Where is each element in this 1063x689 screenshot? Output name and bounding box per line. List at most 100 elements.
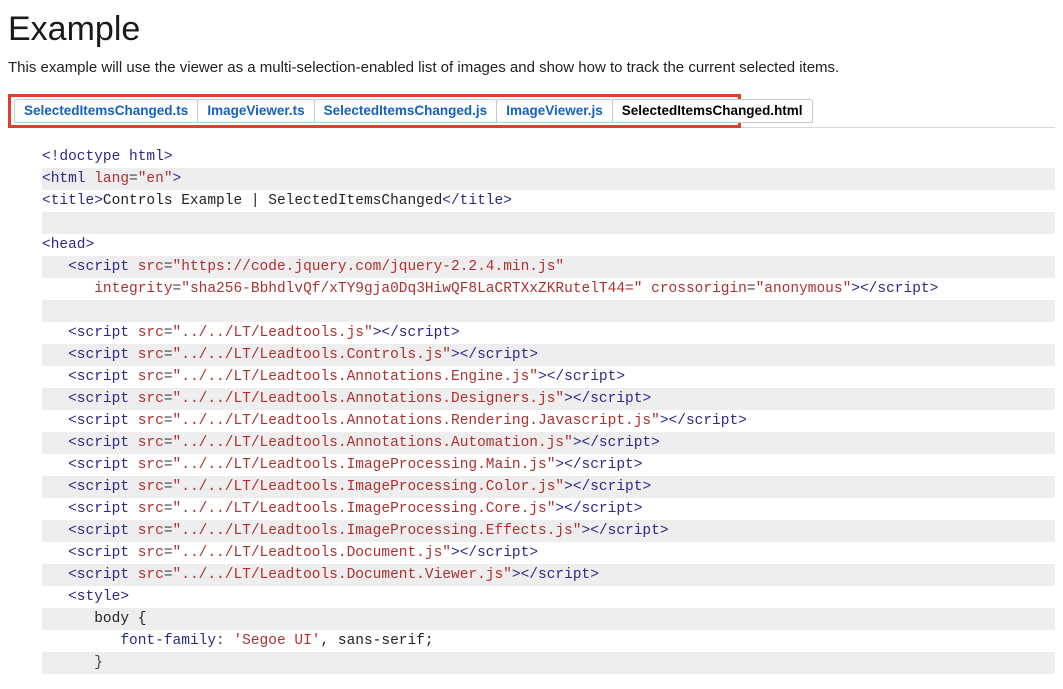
code-token: ></ (451, 347, 477, 363)
code-line: integrity="sha256-BbhdlvQf/xTY9gja0Dq3Hi… (42, 278, 1055, 300)
tab-selecteditemschanged-ts[interactable]: SelectedItemsChanged.ts (14, 99, 198, 123)
code-line (42, 212, 1055, 234)
code-token: ></ (573, 435, 599, 451)
code-token: : (216, 633, 233, 649)
code-token: ></ (582, 523, 608, 539)
code-line: <script src="../../LT/Leadtools.Annotati… (42, 388, 1055, 410)
code-token: "../../LT/Leadtools.Annotations.Automati… (173, 435, 573, 451)
tab-selecteditemschanged-html[interactable]: SelectedItemsChanged.html (612, 99, 813, 123)
tab-imageviewer-ts[interactable]: ImageViewer.ts (197, 99, 314, 123)
code-token: ></ (555, 457, 581, 473)
code-token: <script (68, 413, 138, 429)
code-token: font-family (120, 633, 216, 649)
code-token: = (164, 391, 173, 407)
code-token: <html (42, 171, 94, 187)
code-token: "../../LT/Leadtools.Annotations.Engine.j… (173, 369, 538, 385)
code-token: <title> (42, 193, 103, 209)
code-token: "../../LT/Leadtools.ImageProcessing.Core… (173, 501, 556, 517)
code-token: "../../LT/Leadtools.ImageProcessing.Main… (173, 457, 556, 473)
code-token: ></ (555, 501, 581, 517)
code-token: <style> (68, 589, 129, 605)
code-token: <script (68, 567, 138, 583)
code-token: body { (94, 611, 146, 627)
code-token: script (599, 435, 651, 451)
code-token: script (608, 523, 660, 539)
code-line: <script src="../../LT/Leadtools.ImagePro… (42, 476, 1055, 498)
code-line: <script src="../../LT/Leadtools.Annotati… (42, 410, 1055, 432)
code-token: lang (94, 171, 129, 187)
code-token: = (164, 347, 173, 363)
code-token: > (642, 391, 651, 407)
code-token: "https://code.jquery.com/jquery-2.2.4.mi… (173, 259, 565, 275)
code-token: ></ (512, 567, 538, 583)
code-token: "../../LT/Leadtools.Document.Viewer.js" (173, 567, 512, 583)
code-token: <script (68, 479, 138, 495)
code-token: <script (68, 523, 138, 539)
code-line: body { (42, 608, 1055, 630)
tab-imageviewer-js[interactable]: ImageViewer.js (496, 99, 613, 123)
code-token: script (564, 369, 616, 385)
code-line: <script src="../../LT/Leadtools.Document… (42, 564, 1055, 586)
code-token: = (164, 369, 173, 385)
code-token: "../../LT/Leadtools.Document.js" (173, 545, 451, 561)
code-token: script (582, 501, 634, 517)
code-token: script (686, 413, 738, 429)
code-token: = (164, 435, 173, 451)
code-line: <html lang="en"> (42, 168, 1055, 190)
code-token: > (529, 545, 538, 561)
code-line: <script src="../../LT/Leadtools.Controls… (42, 344, 1055, 366)
code-token: <!doctype html> (42, 149, 173, 165)
code-token: = (164, 567, 173, 583)
code-line (42, 300, 1055, 322)
code-line: <script src="../../LT/Leadtools.Document… (42, 542, 1055, 564)
tabs-highlight-box: SelectedItemsChanged.tsImageViewer.tsSel… (8, 94, 741, 128)
code-token: } (94, 655, 103, 671)
code-token: src (138, 435, 164, 451)
code-token: </title> (442, 193, 512, 209)
tabs-bar: SelectedItemsChanged.tsImageViewer.tsSel… (14, 99, 735, 123)
example-description: This example will use the viewer as a mu… (8, 59, 1055, 76)
code-token: src (138, 457, 164, 473)
code-token (642, 281, 651, 297)
code-token: <script (68, 391, 138, 407)
code-token: <script (68, 347, 138, 363)
code-token: <head> (42, 237, 94, 253)
code-token: > (451, 325, 460, 341)
code-token: ></ (564, 391, 590, 407)
code-token: ></ (451, 545, 477, 561)
code-token: = (164, 523, 173, 539)
code-token: script (477, 347, 529, 363)
code-token: > (529, 347, 538, 363)
code-token: > (930, 281, 939, 297)
code-line: <title>Controls Example | SelectedItemsC… (42, 190, 1055, 212)
code-token: ></ (660, 413, 686, 429)
code-token: > (173, 171, 182, 187)
code-token: = (129, 171, 138, 187)
code-token: "../../LT/Leadtools.Annotations.Designer… (173, 391, 565, 407)
code-token: src (138, 567, 164, 583)
code-token: <script (68, 259, 138, 275)
code-token: > (634, 457, 643, 473)
code-line: } (42, 652, 1055, 674)
code-token: script (590, 391, 642, 407)
code-line: <style> (42, 586, 1055, 608)
code-line: <!doctype html> (42, 146, 1055, 168)
code-token: > (642, 479, 651, 495)
code-line: <script src="../../LT/Leadtools.ImagePro… (42, 454, 1055, 476)
code-token: script (590, 479, 642, 495)
code-token: , sans-serif; (320, 633, 433, 649)
code-token: "sha256-BbhdlvQf/xTY9gja0Dq3HiwQF8LaCRTX… (181, 281, 642, 297)
code-token: = (164, 479, 173, 495)
code-token: "../../LT/Leadtools.js" (173, 325, 373, 341)
code-token: script (877, 281, 929, 297)
code-token: script (582, 457, 634, 473)
page-title: Example (8, 10, 1055, 49)
code-token: <script (68, 435, 138, 451)
code-token: <script (68, 501, 138, 517)
code-line: font-family: 'Segoe UI', sans-serif; (42, 630, 1055, 652)
tab-selecteditemschanged-js[interactable]: SelectedItemsChanged.js (314, 99, 498, 123)
code-token: = (164, 457, 173, 473)
code-token: ></ (564, 479, 590, 495)
code-token: > (660, 523, 669, 539)
code-line: <script src="../../LT/Leadtools.Annotati… (42, 432, 1055, 454)
